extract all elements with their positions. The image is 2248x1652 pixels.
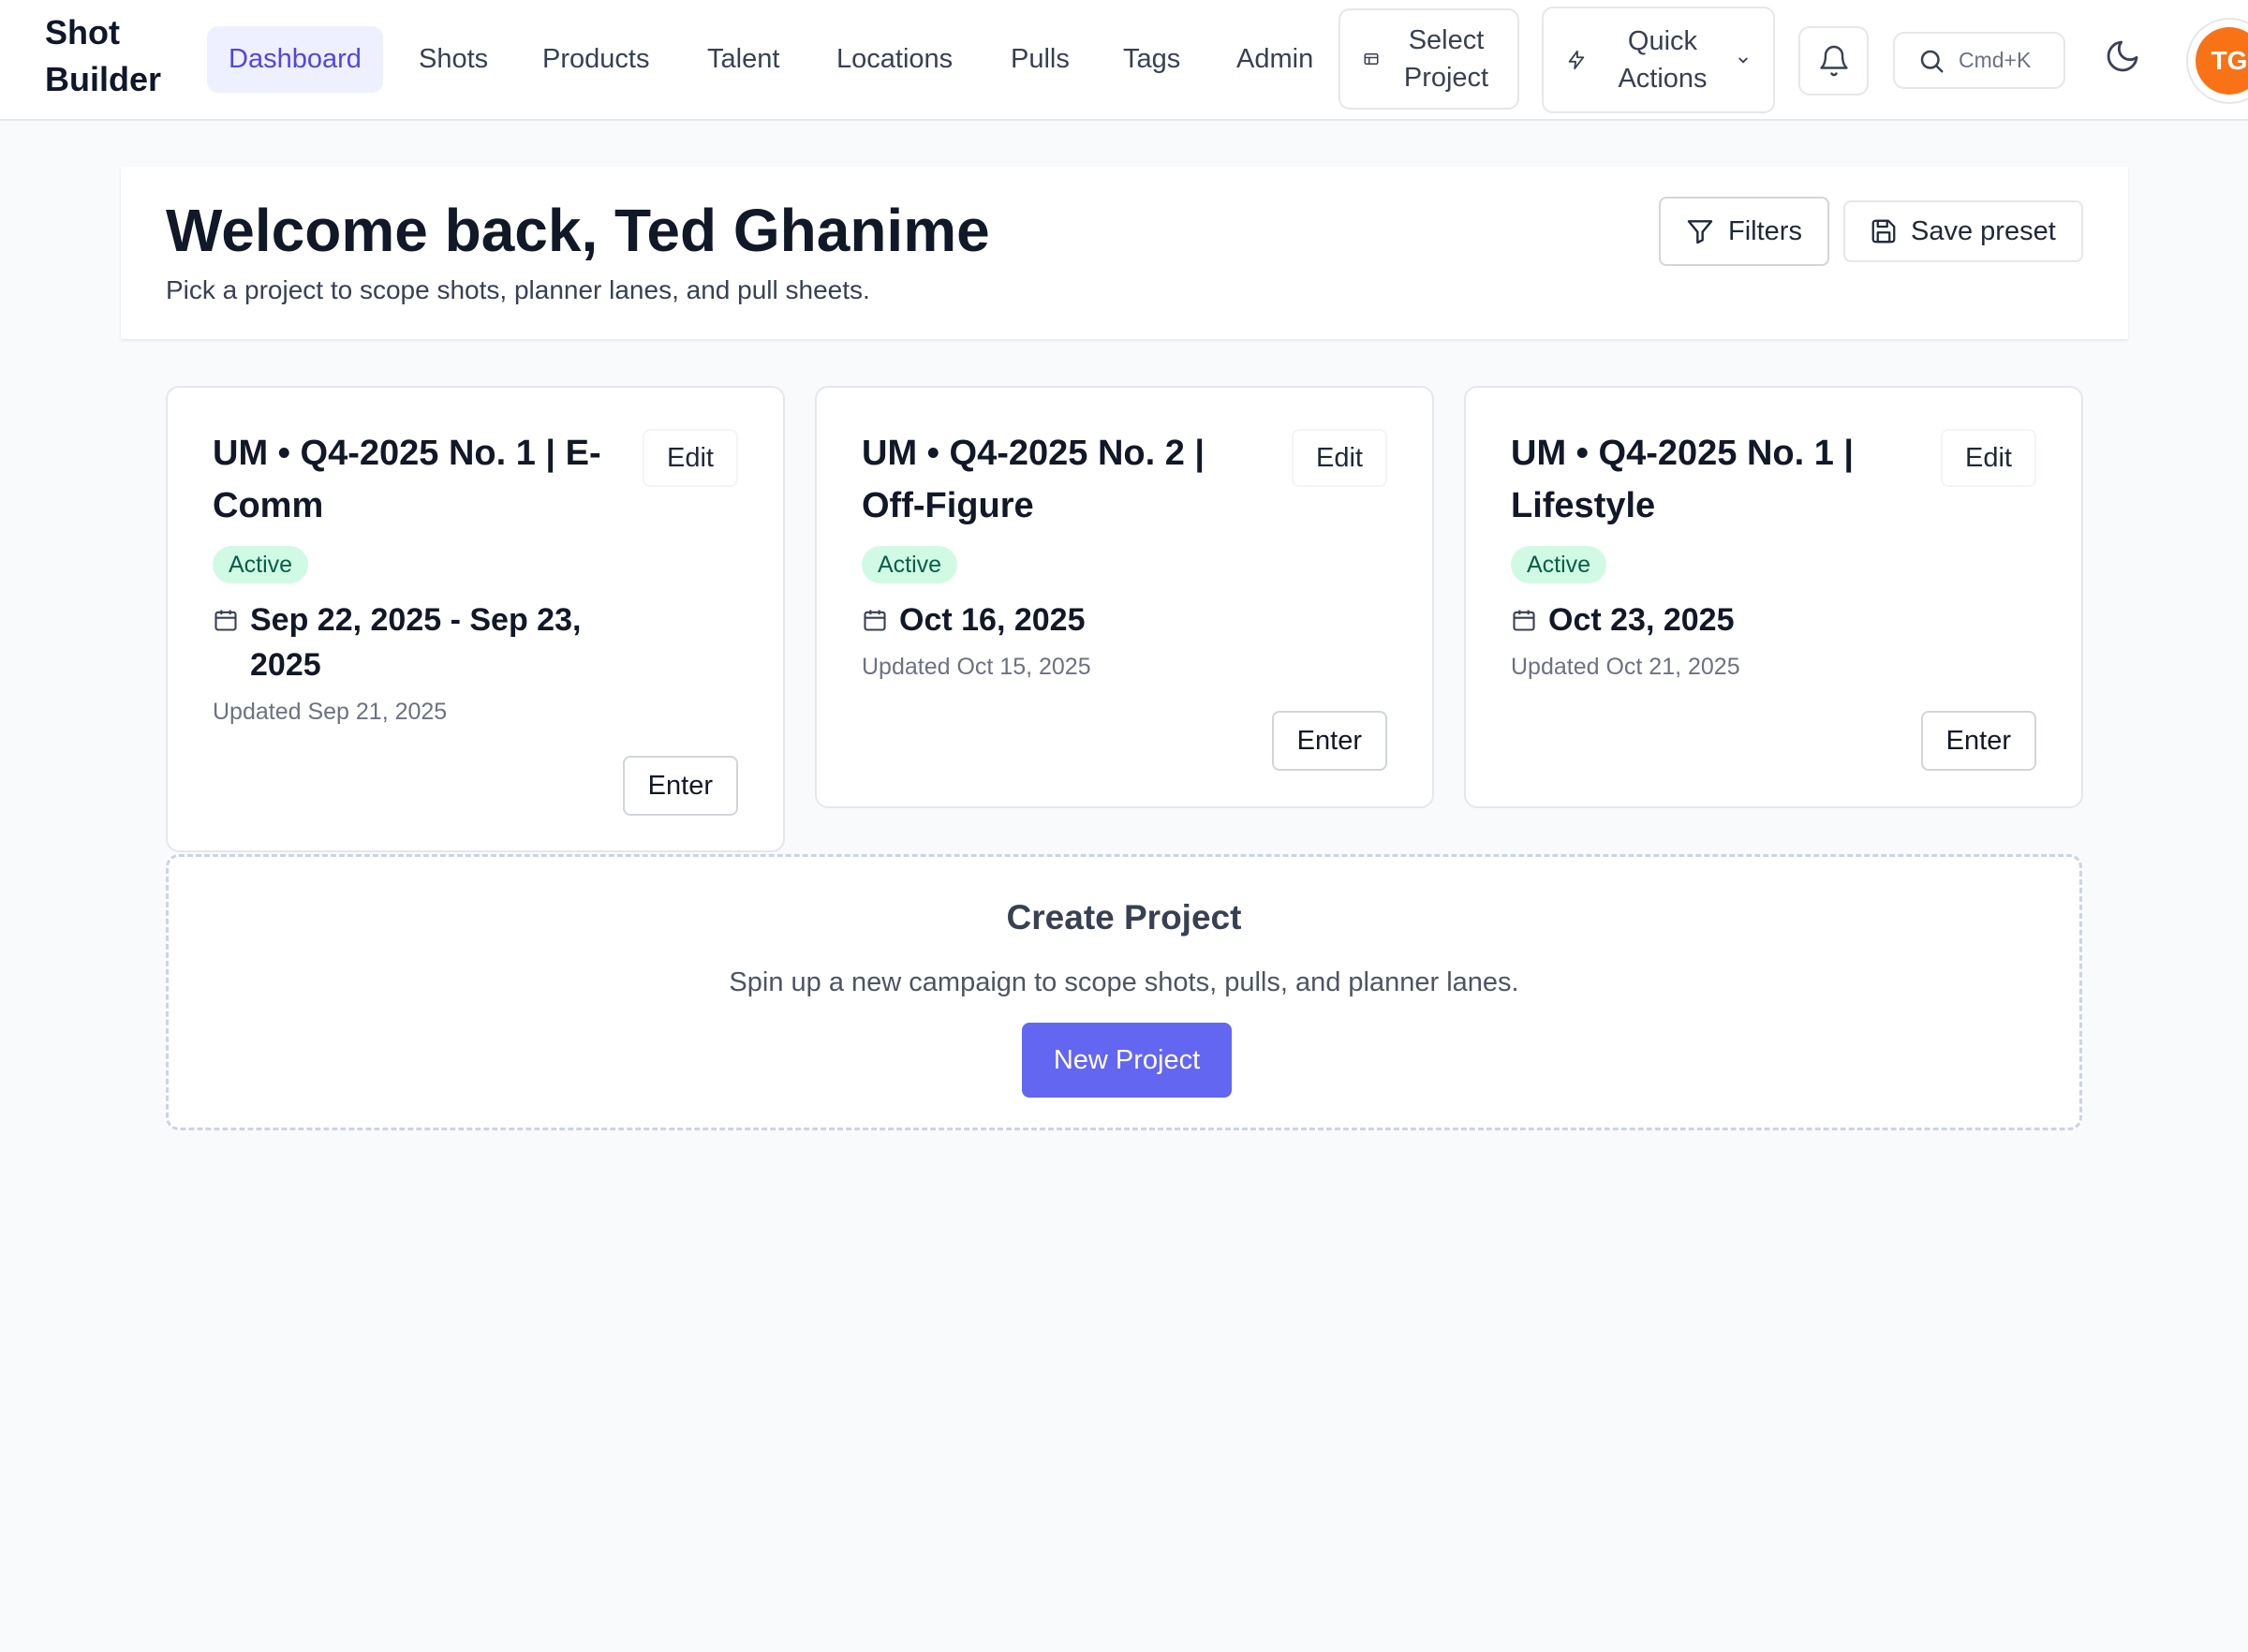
nav-shots[interactable]: Shots <box>397 26 510 93</box>
welcome-header: Welcome back, Ted Ghanime Pick a project… <box>121 167 2128 339</box>
calendar-icon <box>862 607 888 642</box>
enter-project-button[interactable]: Enter <box>622 756 738 816</box>
notifications-button[interactable] <box>1798 26 1869 96</box>
new-project-button[interactable]: New Project <box>1022 1023 1232 1098</box>
nav-products[interactable]: Products <box>521 26 671 93</box>
status-badge: Active <box>1511 546 1607 583</box>
edit-project-button[interactable]: Edit <box>1941 429 2036 487</box>
app-logo[interactable]: Shot Builder <box>45 9 176 103</box>
project-card: UM • Q4-2025 No. 1 | Lifestyle Edit Acti… <box>1464 386 2083 808</box>
search-button[interactable]: Cmd+K <box>1893 32 2065 89</box>
create-project-panel: Create Project Spin up a new campaign to… <box>166 854 2082 1130</box>
filters-button[interactable]: Filters <box>1659 197 1829 266</box>
avatar[interactable]: TG <box>2196 27 2248 95</box>
updated-timestamp: Updated Oct 15, 2025 <box>862 654 1091 680</box>
brand-line-1: Shot <box>45 13 120 52</box>
save-preset-label: Save preset <box>1911 215 2056 246</box>
project-card: UM • Q4-2025 No. 1 | E-Comm Edit Active … <box>166 386 785 852</box>
select-project-line-1: Select <box>1408 25 1485 55</box>
calendar-icon <box>1511 607 1537 642</box>
enter-project-button[interactable]: Enter <box>1920 711 2036 771</box>
project-title: UM • Q4-2025 No. 1 | Lifestyle <box>1511 434 1855 525</box>
filters-label: Filters <box>1728 215 1802 246</box>
filter-icon <box>1685 216 1715 246</box>
nav-talent[interactable]: Talent <box>686 26 801 93</box>
bolt-icon <box>1566 50 1587 70</box>
project-date: Oct 16, 2025 <box>862 597 1274 642</box>
updated-timestamp: Updated Oct 21, 2025 <box>1511 654 1740 680</box>
bell-icon <box>1817 44 1851 78</box>
moon-icon <box>2104 37 2141 75</box>
project-date-text: Sep 22, 2025 - Sep 23, 2025 <box>250 602 582 683</box>
nav-tags[interactable]: Tags <box>1102 26 1202 93</box>
page-title: Welcome back, Ted Ghanime <box>166 197 990 264</box>
save-icon <box>1870 217 1898 245</box>
project-date-text: Oct 23, 2025 <box>1548 602 1735 638</box>
quick-actions-line-2: Actions <box>1618 64 1708 94</box>
status-badge: Active <box>213 546 309 583</box>
theme-toggle-button[interactable] <box>2104 37 2141 75</box>
project-date-text: Oct 16, 2025 <box>899 602 1086 638</box>
top-navigation-bar: Shot Builder Dashboard Shots Products Ta… <box>0 0 2248 121</box>
project-icon <box>1363 51 1380 67</box>
project-date: Oct 23, 2025 <box>1511 597 1923 642</box>
nav-dashboard[interactable]: Dashboard <box>207 26 383 93</box>
project-title: UM • Q4-2025 No. 2 | Off-Figure <box>862 434 1205 525</box>
status-badge: Active <box>862 546 958 583</box>
save-preset-button[interactable]: Save preset <box>1843 200 2083 262</box>
enter-project-button[interactable]: Enter <box>1271 711 1387 771</box>
quick-actions-line-1: Quick <box>1627 26 1698 56</box>
search-icon <box>1917 47 1945 75</box>
brand-line-2: Builder <box>45 60 162 98</box>
select-project-button[interactable]: Select Project <box>1338 8 1519 110</box>
chevron-down-icon <box>1735 52 1752 68</box>
select-project-line-2: Project <box>1403 63 1489 93</box>
nav-admin[interactable]: Admin <box>1215 26 1335 93</box>
updated-timestamp: Updated Sep 21, 2025 <box>213 699 448 725</box>
edit-project-button[interactable]: Edit <box>643 429 738 487</box>
create-project-description: Spin up a new campaign to scope shots, p… <box>729 967 1519 997</box>
nav-locations[interactable]: Locations <box>815 26 974 93</box>
nav-pulls[interactable]: Pulls <box>989 26 1091 93</box>
project-date: Sep 22, 2025 - Sep 23, 2025 <box>213 597 625 687</box>
quick-actions-button[interactable]: Quick Actions <box>1542 7 1775 113</box>
project-card: UM • Q4-2025 No. 2 | Off-Figure Edit Act… <box>815 386 1434 808</box>
page-subtitle: Pick a project to scope shots, planner l… <box>166 275 870 304</box>
search-shortcut: Cmd+K <box>1959 48 2032 72</box>
create-project-title: Create Project <box>1006 898 1242 937</box>
project-title: UM • Q4-2025 No. 1 | E-Comm <box>213 434 601 525</box>
calendar-icon <box>213 607 239 687</box>
edit-project-button[interactable]: Edit <box>1292 429 1387 487</box>
